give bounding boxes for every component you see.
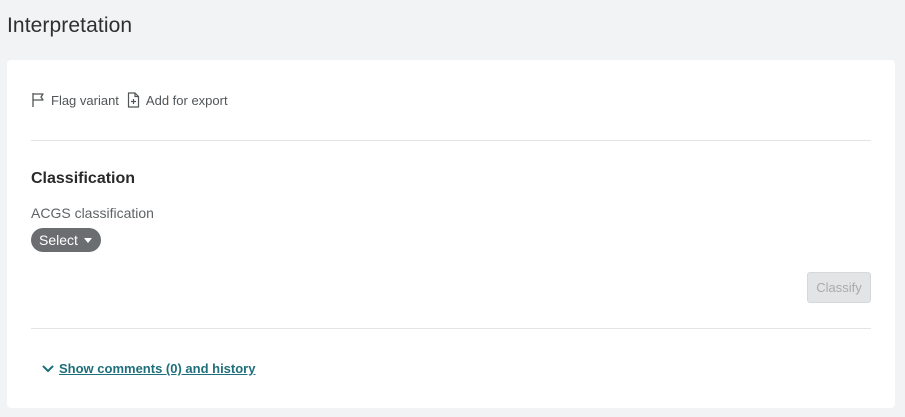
chevron-down-icon	[42, 365, 54, 372]
file-plus-icon	[127, 92, 140, 108]
divider-top	[31, 140, 871, 141]
classify-button[interactable]: Classify	[807, 272, 871, 303]
page-title: Interpretation	[7, 14, 133, 37]
classification-title: Classification	[31, 170, 136, 187]
interpretation-card: Flag variant Add for export Classificati…	[7, 60, 895, 408]
show-comments-label: Show comments (0) and history	[59, 361, 256, 376]
action-bar: Flag variant Add for export	[31, 92, 236, 108]
flag-variant-label: Flag variant	[51, 92, 119, 108]
flag-icon	[32, 93, 44, 107]
add-for-export-label: Add for export	[145, 92, 228, 108]
show-comments-link[interactable]: Show comments (0) and history	[42, 361, 255, 376]
acgs-classification-label: ACGS classification	[31, 205, 154, 221]
add-for-export-button[interactable]: Add for export	[127, 92, 228, 108]
divider-bottom	[31, 328, 871, 329]
flag-variant-button[interactable]: Flag variant	[31, 92, 119, 108]
select-value: Select	[39, 232, 78, 248]
caret-down-icon	[83, 237, 92, 243]
acgs-classification-select[interactable]: Select	[31, 228, 101, 252]
